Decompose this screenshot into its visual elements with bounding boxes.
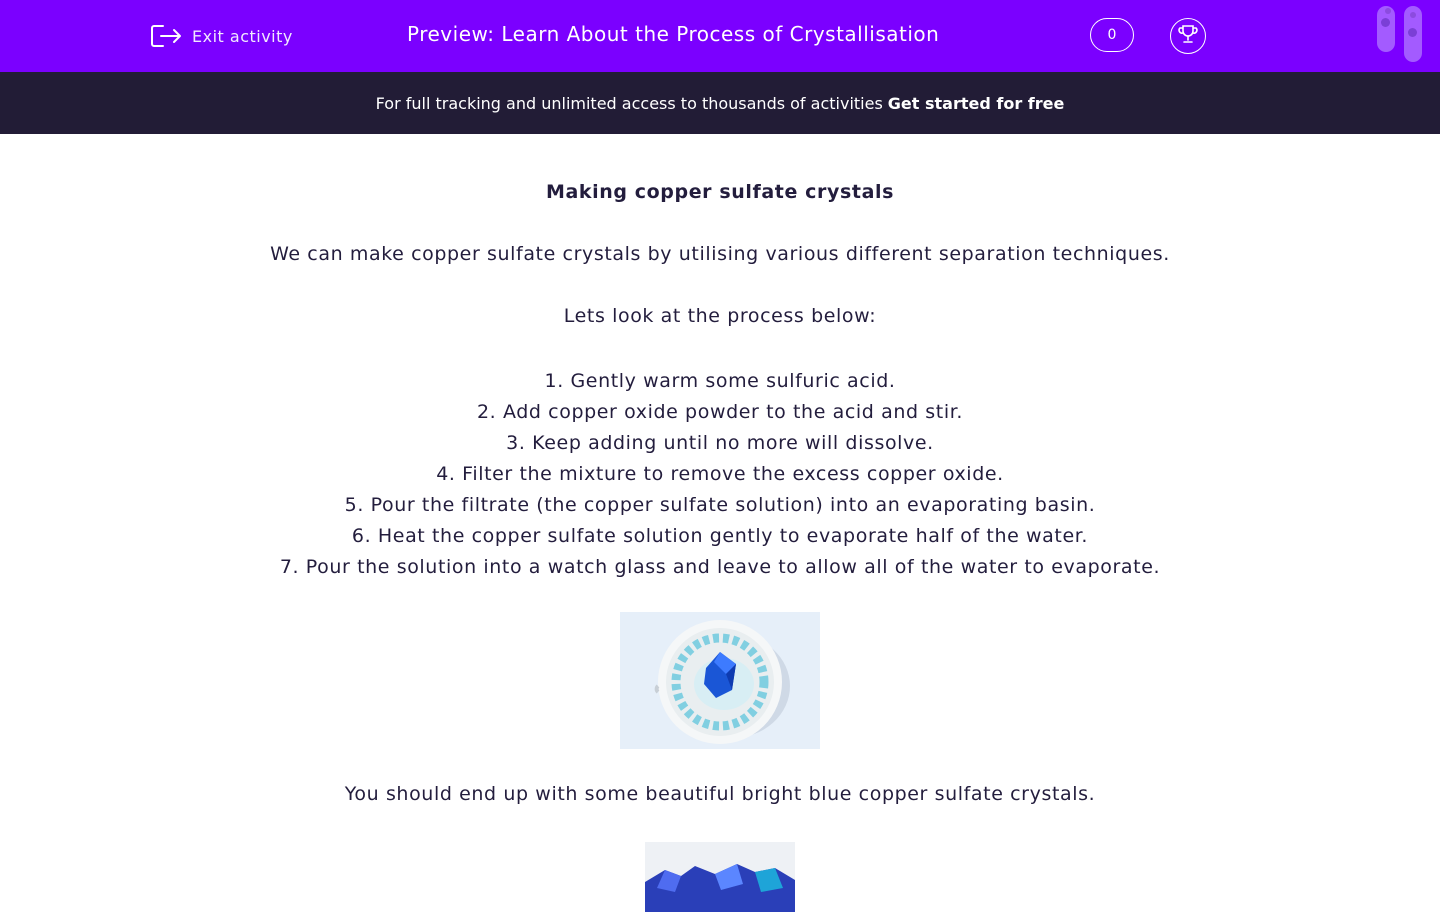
exit-activity-button[interactable]: Exit activity — [150, 22, 293, 50]
test-tube-icon — [1377, 6, 1395, 52]
step-item: 3. Keep adding until no more will dissol… — [506, 432, 934, 454]
trophy-button[interactable] — [1170, 18, 1206, 54]
signup-banner: For full tracking and unlimited access t… — [0, 72, 1440, 134]
get-started-link[interactable]: Get started for free — [888, 94, 1065, 113]
page-title: Preview: Learn About the Process of Crys… — [407, 22, 940, 46]
evaporating-basin-image — [620, 612, 820, 749]
step-item: 7. Pour the solution into a watch glass … — [279, 556, 1161, 578]
step-item: 5. Pour the filtrate (the copper sulfate… — [344, 494, 1096, 516]
trophy-icon — [1177, 23, 1199, 49]
intro-text: We can make copper sulfate crystals by u… — [270, 243, 1170, 265]
conclusion-text: You should end up with some beautiful br… — [344, 783, 1096, 805]
test-tube-icon — [1404, 6, 1422, 62]
copper-sulfate-crystals-image — [645, 842, 795, 912]
exit-icon — [150, 22, 182, 50]
banner-text: For full tracking and unlimited access t… — [375, 93, 883, 113]
process-steps: 1. Gently warm some sulfuric acid. 2. Ad… — [0, 366, 1440, 583]
step-item: 4. Filter the mixture to remove the exce… — [436, 463, 1004, 485]
step-item: 6. Heat the copper sulfate solution gent… — [351, 525, 1089, 547]
lead-text: Lets look at the process below: — [563, 305, 877, 327]
step-item: 2. Add copper oxide powder to the acid a… — [476, 401, 964, 423]
content-heading: Making copper sulfate crystals — [545, 181, 895, 203]
exit-activity-label: Exit activity — [192, 26, 293, 46]
score-badge: 0 — [1090, 18, 1134, 52]
top-bar: Exit activity Preview: Learn About the P… — [0, 0, 1440, 72]
step-item: 1. Gently warm some sulfuric acid. — [544, 370, 896, 392]
